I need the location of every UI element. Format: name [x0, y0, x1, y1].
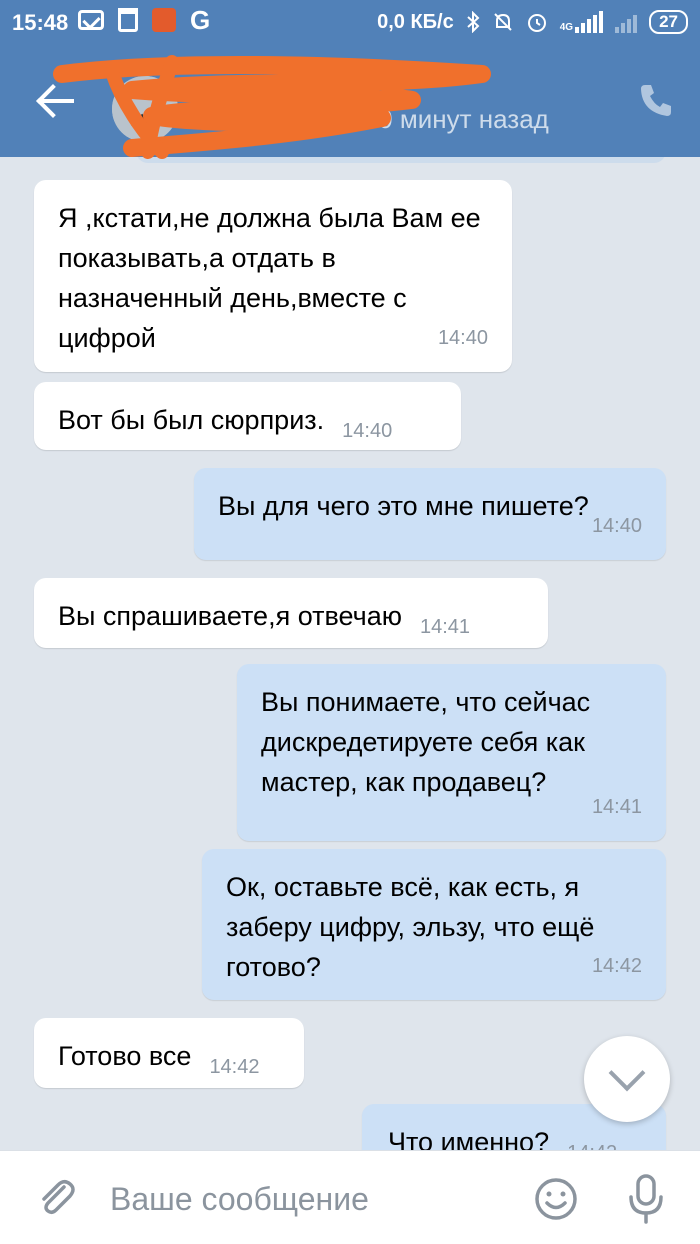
message-time: 14:42 — [209, 1056, 260, 1078]
contact-status: была в сети 20 минут назад — [212, 104, 549, 134]
message-time: 14:40 — [342, 420, 393, 442]
network-speed: 0,0 КБ/с — [377, 10, 454, 33]
alarm-icon — [527, 14, 546, 32]
message-text: Вот бы был сюрприз. — [58, 405, 325, 435]
app-notification-icon — [152, 8, 176, 32]
signal-sim2-icon — [615, 11, 638, 33]
chevron-down-icon[interactable] — [584, 1036, 670, 1122]
status-bar: 15:48 G 0,0 КБ/с 4G 27 — [0, 0, 700, 46]
message-text: Вы понимаете, что сейчас дискредетируете… — [261, 687, 591, 797]
battery-indicator: 27 — [649, 10, 688, 34]
status-notification-icons: G — [78, 5, 211, 35]
message-time: 14:41 — [591, 796, 642, 818]
back-arrow-icon[interactable] — [36, 84, 76, 118]
message-incoming[interactable]: Я ,кстати,не должна была Вам ее показыва… — [34, 180, 512, 372]
gmail-icon — [78, 10, 104, 30]
message-outgoing[interactable]: Вы для чего это мне пишете? 14:40 — [194, 468, 666, 560]
top-bar: 15:48 G 0,0 КБ/с 4G 27 была в сети 20 ми… — [0, 0, 700, 159]
status-indicators: 0,0 КБ/с 4G 27 — [377, 10, 688, 34]
message-text: Вы спрашиваете,я отвечаю — [58, 601, 402, 631]
message-text: Ок, оставьте всё, как есть, я заберу циф… — [226, 872, 595, 982]
message-time: 14:42 — [591, 955, 642, 977]
microphone-icon[interactable] — [626, 1173, 666, 1225]
previous-message-edge — [136, 157, 666, 163]
message-text: Готово все — [58, 1041, 192, 1071]
chat-header: была в сети 20 минут назад — [0, 46, 700, 159]
message-list[interactable]: Я ,кстати,не должна была Вам ее показыва… — [0, 157, 700, 1150]
mute-icon — [494, 13, 512, 31]
message-text: Я ,кстати,не должна была Вам ее показыва… — [58, 203, 481, 353]
message-incoming[interactable]: Вы спрашиваете,я отвечаю 14:41 — [34, 578, 548, 648]
message-text: Вы для чего это мне пишете? — [218, 491, 589, 521]
message-incoming[interactable]: Готово все 14:42 — [34, 1018, 304, 1088]
signal-4g-icon: 4G — [560, 11, 604, 33]
trash-icon — [118, 8, 138, 32]
message-time: 14:40 — [591, 515, 642, 537]
phone-icon[interactable] — [636, 80, 676, 120]
message-composer — [0, 1150, 700, 1244]
emoji-icon[interactable] — [534, 1177, 578, 1221]
avatar-image — [112, 76, 178, 142]
paperclip-icon[interactable] — [34, 1175, 80, 1221]
status-time: 15:48 — [12, 10, 69, 35]
message-incoming[interactable]: Вот бы был сюрприз. 14:40 — [34, 382, 461, 450]
message-time: 14:40 — [437, 327, 488, 349]
message-time: 14:42 — [567, 1133, 617, 1150]
message-text: Что именно? — [388, 1127, 550, 1150]
message-outgoing[interactable]: Ок, оставьте всё, как есть, я заберу циф… — [202, 849, 666, 1000]
message-outgoing[interactable]: Вы понимаете, что сейчас дискредетируете… — [237, 664, 666, 841]
google-icon: G — [190, 5, 211, 35]
avatar[interactable] — [112, 76, 178, 142]
bluetooth-icon — [467, 11, 480, 33]
message-input[interactable] — [110, 1171, 510, 1227]
message-time: 14:41 — [419, 616, 471, 638]
